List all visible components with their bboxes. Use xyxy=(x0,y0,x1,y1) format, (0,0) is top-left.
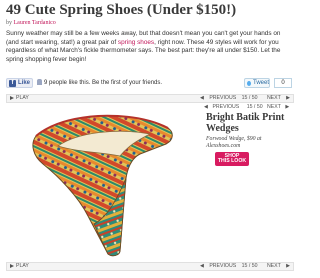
chevron-right-icon-bottom: ▶ xyxy=(286,263,290,269)
previous-label: PREVIOUS xyxy=(209,95,237,101)
previous-button-bottom[interactable]: ◀ PREVIOUS xyxy=(196,263,236,269)
side-previous-button[interactable]: ◀ PREVIOUS xyxy=(204,104,242,110)
side-slide-counter: 15 / 50 xyxy=(246,104,263,110)
gallery-controls-top: PLAY ◀ PREVIOUS 15 / 50 NEXT ▶ xyxy=(6,94,294,103)
wedge-shoe-image xyxy=(32,114,173,257)
chevron-left-icon: ◀ xyxy=(200,95,204,101)
previous-label-bottom: PREVIOUS xyxy=(209,263,237,269)
gallery-controls-bottom: PLAY ◀ PREVIOUS 15 / 50 NEXT ▶ xyxy=(6,262,294,271)
gallery-pager-top: ◀ PREVIOUS 15 / 50 NEXT ▶ xyxy=(192,95,290,102)
gallery-pager-side: ◀ PREVIOUS 15 / 50 NEXT ▶ xyxy=(204,104,296,110)
next-label-bottom: NEXT xyxy=(266,263,281,269)
previous-button[interactable]: ◀ PREVIOUS xyxy=(196,95,236,101)
person-icon xyxy=(37,79,42,85)
play-icon-bottom xyxy=(10,263,14,268)
item-title: Bright Batik Print Wedges xyxy=(206,112,285,134)
like-count-label: 9 people like this. Be the first of your… xyxy=(44,80,163,86)
play-label-bottom: PLAY xyxy=(16,263,29,269)
byline-prefix: by xyxy=(6,20,12,26)
side-chevron-right-icon: ▶ xyxy=(285,104,290,110)
twitter-icon xyxy=(247,80,251,86)
gallery-pager-bottom: ◀ PREVIOUS 15 / 50 NEXT ▶ xyxy=(192,263,290,270)
slide-counter-bottom: 15 / 50 xyxy=(241,263,258,269)
facebook-like-button[interactable]: f Like xyxy=(6,78,33,88)
like-label: Like xyxy=(18,80,31,86)
side-chevron-left-icon: ◀ xyxy=(204,104,208,110)
slide-counter: 15 / 50 xyxy=(241,95,258,101)
next-label: NEXT xyxy=(266,95,281,101)
spring-shoes-link[interactable]: spring shoes xyxy=(118,39,154,46)
play-icon xyxy=(10,95,14,100)
side-previous-label: PREVIOUS xyxy=(212,104,240,110)
chevron-right-icon: ▶ xyxy=(286,95,290,101)
product-photo[interactable] xyxy=(6,104,201,260)
tweet-button[interactable]: Tweet xyxy=(244,78,270,88)
side-next-button[interactable]: NEXT ▶ xyxy=(267,104,292,110)
shop-label-2: THIS LOOK xyxy=(217,158,247,164)
tweet-label: Tweet xyxy=(252,80,269,86)
play-button-bottom[interactable]: PLAY xyxy=(10,263,29,270)
author-link[interactable]: Lauren Tardanico xyxy=(14,20,56,26)
facebook-icon: f xyxy=(9,79,16,87)
social-bar: f Like 9 people like this. Be the first … xyxy=(6,76,294,90)
play-button[interactable]: PLAY xyxy=(10,95,29,102)
page-title: 49 Cute Spring Shoes (Under $150!) xyxy=(6,2,237,18)
chevron-left-icon-bottom: ◀ xyxy=(200,263,204,269)
tweet-count: 0 xyxy=(274,78,292,88)
next-button[interactable]: NEXT ▶ xyxy=(263,95,290,101)
item-details: ◀ PREVIOUS 15 / 50 NEXT ▶ Bright Batik P… xyxy=(204,104,296,260)
next-button-bottom[interactable]: NEXT ▶ xyxy=(263,263,290,269)
play-label: PLAY xyxy=(16,95,29,101)
article-intro: Sunny weather may still be a few weeks a… xyxy=(6,30,294,64)
like-count-text: 9 people like this. Be the first of your… xyxy=(37,79,162,86)
side-next-label: NEXT xyxy=(267,104,281,110)
item-description: Forwood Wedge, $90 at Alexshoes.com xyxy=(206,136,262,149)
byline: by Lauren Tardanico xyxy=(6,20,56,26)
shop-this-look-button[interactable]: SHOP THIS LOOK xyxy=(215,152,249,166)
